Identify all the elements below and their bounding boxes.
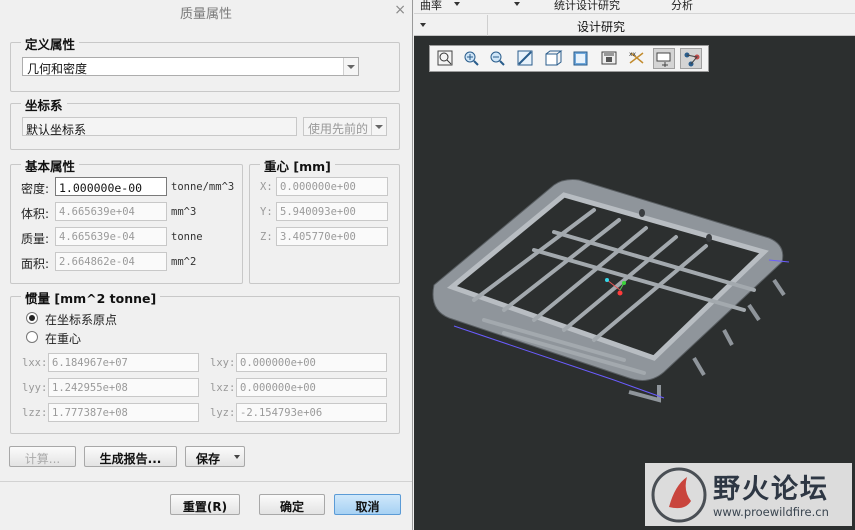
coord-sys-field[interactable]: 默认坐标系 [22, 117, 297, 136]
design-study-tab[interactable]: 设计研究 [577, 18, 625, 35]
chevron-down-icon [514, 2, 520, 6]
radio-center[interactable] [26, 331, 38, 343]
reset-button[interactable]: 重置(R) [170, 494, 240, 515]
view-manager-icon[interactable] [598, 48, 620, 69]
ok-button[interactable]: 确定 [259, 494, 325, 515]
basic-props-legend: 基本属性 [21, 156, 80, 175]
save-button[interactable]: 保存 [185, 446, 245, 467]
radio-origin[interactable] [26, 312, 38, 324]
model-basket [432, 179, 790, 403]
density-label: 密度: [21, 182, 50, 196]
lyz-field[interactable]: -2.154793e+06 [236, 403, 387, 422]
ribbon: 曲率 统计设计研究 分析 设计研究 [414, 0, 855, 36]
mass-label: 质量: [21, 232, 50, 246]
lxx-field[interactable]: 6.184967e+07 [48, 353, 199, 372]
chevron-down-icon [234, 455, 240, 459]
area-field[interactable]: 2.664862e-04 [55, 252, 167, 271]
density-field[interactable]: 1.000000e-00 [55, 177, 167, 196]
density-unit: tonne/mm^3 [171, 181, 235, 193]
calc-button[interactable]: 计算... [9, 446, 76, 467]
centroid-x-label: X: [260, 181, 273, 193]
saved-views-icon[interactable] [542, 48, 564, 69]
centroid-z-field[interactable]: 3.405770e+00 [276, 227, 388, 246]
use-previous-label: 使用先前的 [308, 122, 369, 136]
define-props-legend: 定义属性 [21, 34, 80, 53]
chevron-down-icon [343, 58, 358, 75]
area-label: 面积: [21, 257, 50, 271]
repaint-icon[interactable] [514, 48, 536, 69]
lyy-label: lyy: [22, 382, 48, 394]
watermark-logo: 野火论坛 www.proewildfire.cn [645, 463, 852, 526]
graphics-viewport[interactable] [414, 0, 855, 530]
spin-center-icon[interactable] [653, 48, 675, 69]
dialog-title: 质量属性 [179, 7, 232, 22]
watermark-url: www.proewildfire.cn [713, 505, 829, 519]
watermark-title: 野火论坛 [713, 474, 829, 505]
area-unit: mm^2 [171, 256, 197, 268]
display-style-icon[interactable] [570, 48, 592, 69]
lxz-field[interactable]: 0.000000e+00 [236, 378, 387, 397]
zoom-in-icon[interactable] [460, 48, 482, 69]
mass-properties-dialog: 质量属性 × 定义属性 几何和密度 坐标系 默认坐标系 使用先前的 基本属性 密… [0, 0, 413, 530]
centroid-y-label: Y: [260, 206, 273, 218]
chevron-down-icon [371, 118, 386, 135]
flame-logo-icon [651, 467, 707, 523]
lyz-label: lyz: [210, 407, 236, 419]
centroid-x-field[interactable]: 0.000000e+00 [276, 177, 388, 196]
ribbon-item-analysis[interactable]: 分析 [671, 0, 693, 13]
cancel-button[interactable]: 取消 [334, 494, 401, 515]
lzz-field[interactable]: 1.777387e+08 [48, 403, 199, 422]
volume-field[interactable]: 4.665639e+04 [55, 202, 167, 221]
radio-center-label: 在重心 [45, 332, 82, 346]
lxz-label: lxz: [210, 382, 236, 394]
mass-unit: tonne [171, 231, 203, 243]
annotation-display-icon[interactable] [680, 48, 702, 69]
lyy-field[interactable]: 1.242955e+08 [48, 378, 199, 397]
zoom-out-icon[interactable] [486, 48, 508, 69]
centroid-z-label: Z: [260, 231, 273, 243]
svg-text:xx: xx [629, 51, 637, 58]
dialog-titlebar: 质量属性 × [0, 0, 412, 22]
ribbon-item-curvature[interactable]: 曲率 [420, 0, 442, 13]
define-props-value: 几何和密度 [27, 62, 88, 76]
datum-display-icon[interactable]: xx [626, 48, 648, 69]
chevron-down-icon[interactable] [420, 23, 426, 27]
view-toolbar: xx [429, 45, 709, 72]
ribbon-row-top: 曲率 统计设计研究 分析 [414, 0, 855, 14]
centroid-y-field[interactable]: 5.940093e+00 [276, 202, 388, 221]
generate-report-button[interactable]: 生成报告... [84, 446, 177, 467]
ribbon-separator [487, 15, 488, 36]
ribbon-item-stat-design[interactable]: 统计设计研究 [554, 0, 620, 13]
volume-unit: mm^3 [171, 206, 197, 218]
use-previous-select[interactable]: 使用先前的 [303, 117, 387, 136]
volume-label: 体积: [21, 207, 50, 221]
radio-origin-label: 在坐标系原点 [45, 313, 118, 327]
inertia-legend: 惯量 [mm^2 tonne] [21, 288, 161, 307]
define-props-select[interactable]: 几何和密度 [22, 57, 359, 76]
lzz-label: lzz: [22, 407, 48, 419]
lxy-label: lxy: [210, 357, 236, 369]
coord-sys-legend: 坐标系 [21, 95, 67, 114]
ribbon-row-tabs: 设计研究 [414, 15, 855, 36]
mass-field[interactable]: 4.665639e-04 [55, 227, 167, 246]
save-label: 保存 [196, 452, 221, 466]
close-icon[interactable]: × [394, 2, 406, 18]
footer-divider [0, 481, 412, 482]
lxx-label: lxx: [22, 357, 48, 369]
centroid-legend: 重心 [mm] [260, 156, 335, 175]
lxy-field[interactable]: 0.000000e+00 [236, 353, 387, 372]
chevron-down-icon [454, 2, 460, 6]
zoom-fit-icon[interactable] [434, 48, 456, 69]
